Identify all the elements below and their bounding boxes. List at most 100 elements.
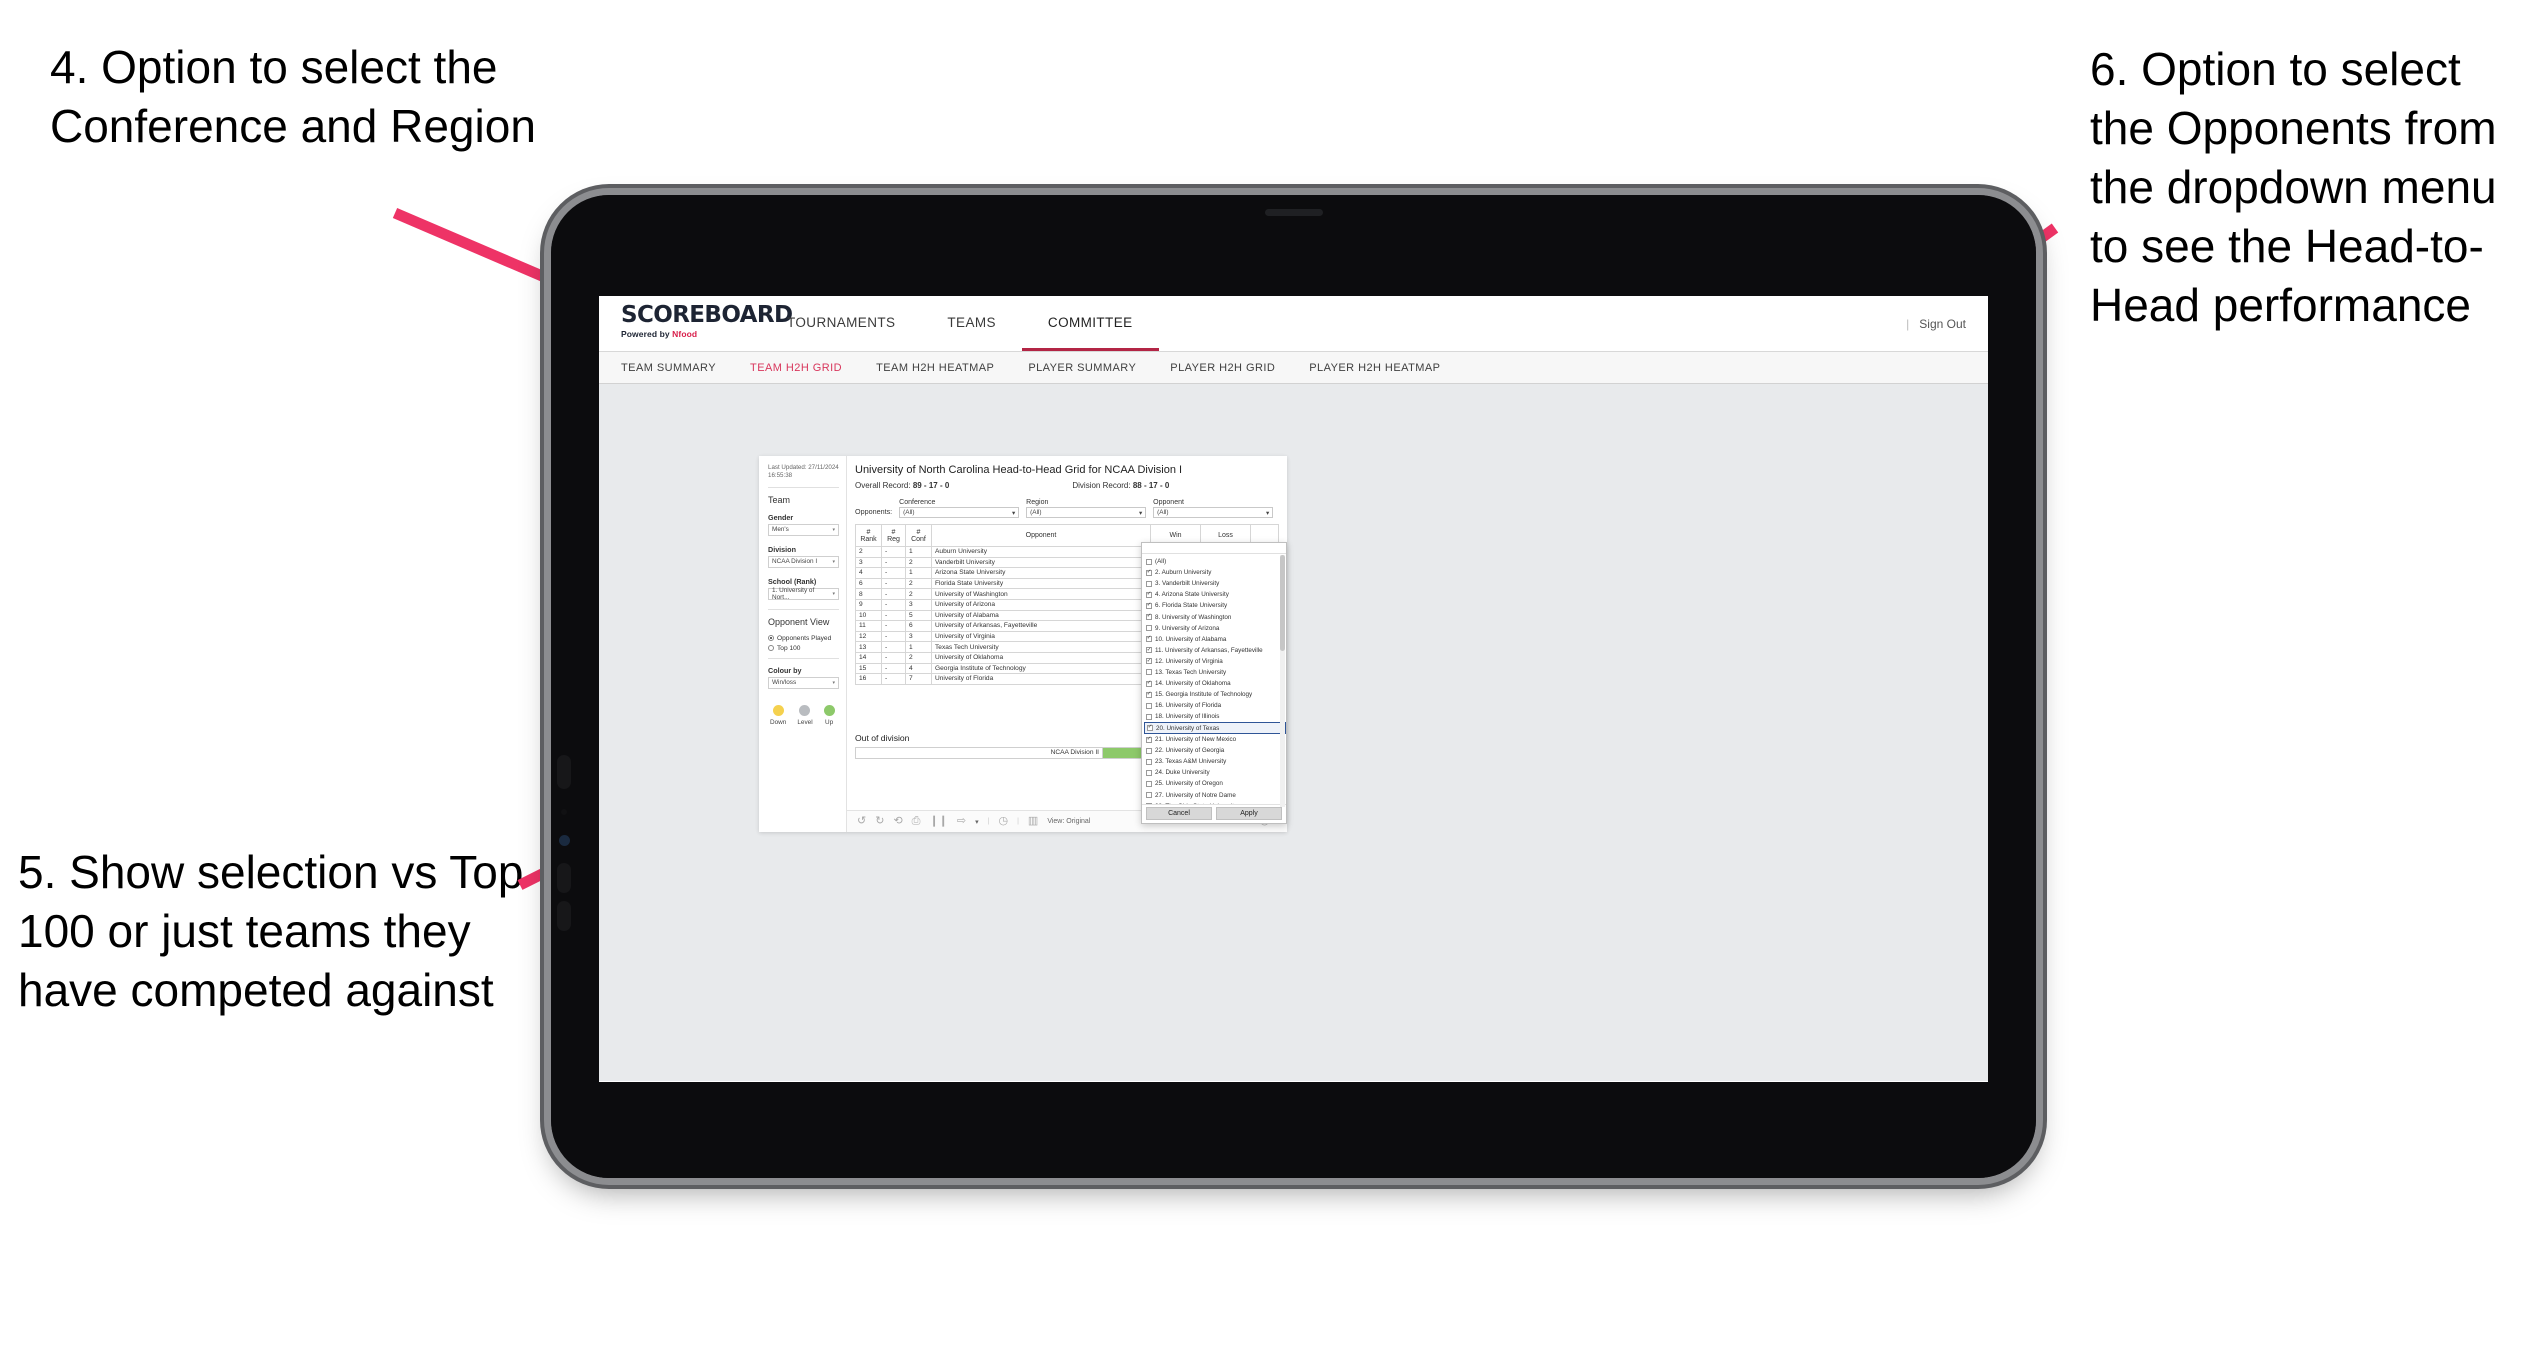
- subnav-player-summary[interactable]: PLAYER SUMMARY: [1028, 362, 1158, 374]
- opponent-option[interactable]: 25. University of Oregon: [1144, 778, 1286, 789]
- checkbox-icon[interactable]: ✓: [1147, 725, 1153, 732]
- checkbox-icon[interactable]: [1146, 625, 1152, 632]
- opponent-option-list[interactable]: (All) ✓ 2. Auburn University 3. Vanderbilt …: [1142, 554, 1286, 804]
- opponent-option[interactable]: ✓ 6. Florida State University: [1144, 600, 1286, 611]
- opponent-option-label: 25. University of Oregon: [1155, 780, 1223, 788]
- apply-button[interactable]: Apply: [1216, 807, 1282, 820]
- opponent-option[interactable]: ✓ 20. University of Texas: [1144, 722, 1286, 734]
- opponent-option[interactable]: 22. University of Georgia: [1144, 745, 1286, 756]
- opponent-value: (All): [1157, 509, 1169, 516]
- checkbox-icon[interactable]: ✓: [1146, 636, 1152, 643]
- checkbox-icon[interactable]: [1146, 580, 1152, 587]
- cell-conf: 1: [905, 567, 932, 579]
- opponent-option[interactable]: ✓ 10. University of Alabama: [1144, 634, 1286, 645]
- view-label[interactable]: View: Original: [1047, 818, 1090, 825]
- opponent-option-label: 22. University of Georgia: [1155, 747, 1225, 755]
- opponent-option[interactable]: (All): [1144, 556, 1286, 567]
- col-opponent[interactable]: Opponent: [931, 524, 1151, 547]
- subnav-player-h2h-grid[interactable]: PLAYER H2H GRID: [1170, 362, 1297, 374]
- refresh-data-icon[interactable]: ⎙: [912, 816, 921, 827]
- colour-by-select[interactable]: Win/loss ▾: [768, 676, 839, 689]
- opponent-option[interactable]: 13. Texas Tech University: [1144, 667, 1286, 678]
- opponent-option[interactable]: ✓ 4. Arizona State University: [1144, 589, 1286, 600]
- opponent-option[interactable]: ✓ 21. University of New Mexico: [1144, 734, 1286, 745]
- checkbox-icon[interactable]: ✓: [1146, 614, 1152, 621]
- redo-icon[interactable]: ↻: [875, 816, 884, 827]
- history-icon[interactable]: ◷: [998, 816, 1008, 827]
- checkbox-icon[interactable]: ✓: [1146, 602, 1152, 609]
- checkbox-icon[interactable]: ✓: [1146, 680, 1152, 687]
- nav-item-tournaments[interactable]: TOURNAMENTS: [761, 296, 921, 351]
- view-icon[interactable]: ▥: [1028, 816, 1038, 827]
- toolbar-divider: |: [987, 818, 990, 825]
- chevron-down-icon[interactable]: ▾: [975, 818, 979, 826]
- radio-top-100[interactable]: Top 100: [768, 645, 839, 652]
- opponent-option[interactable]: ✓ 12. University of Virginia: [1144, 656, 1286, 667]
- opponent-option[interactable]: 18. University of Illinois: [1144, 711, 1286, 722]
- subnav-player-h2h-heatmap[interactable]: PLAYER H2H HEATMAP: [1309, 362, 1462, 374]
- undo-icon[interactable]: ↺: [857, 816, 866, 827]
- share-icon[interactable]: ⇨: [957, 816, 966, 827]
- cell-conf: 3: [905, 630, 932, 643]
- opponent-option[interactable]: ✓ 2. Auburn University: [1144, 567, 1286, 578]
- opponent-option[interactable]: 24. Duke University: [1144, 767, 1286, 778]
- checkbox-icon[interactable]: [1146, 702, 1152, 709]
- subnav-team-summary[interactable]: TEAM SUMMARY: [621, 362, 738, 374]
- opponent-option[interactable]: 27. University of Notre Dame: [1144, 789, 1286, 800]
- opponent-option[interactable]: 9. University of Arizona: [1144, 623, 1286, 634]
- nav-item-committee[interactable]: COMMITTEE: [1021, 296, 1159, 351]
- checkbox-icon[interactable]: ✓: [1146, 736, 1152, 743]
- col-reg[interactable]: # Reg: [881, 524, 906, 547]
- division-select[interactable]: NCAA Division I ▾: [768, 555, 839, 568]
- opponent-option[interactable]: ✓ 11. University of Arkansas, Fayettevill…: [1144, 645, 1286, 656]
- col-conf[interactable]: # Conf: [905, 524, 932, 547]
- checkbox-icon[interactable]: ✓: [1146, 591, 1152, 598]
- radio-opponents-played[interactable]: Opponents Played: [768, 635, 839, 642]
- divider: [768, 486, 839, 488]
- region-dropdown[interactable]: (All) ▾: [1026, 507, 1147, 518]
- opponent-option[interactable]: 3. Vanderbilt University: [1144, 578, 1286, 589]
- subnav-team-h2h-heatmap[interactable]: TEAM H2H HEATMAP: [876, 362, 1016, 374]
- opponent-option-label: 12. University of Virginia: [1155, 657, 1223, 665]
- tablet-bezel: SCOREBOARD Powered by Nfood TOURNAMENTS …: [551, 195, 2036, 1178]
- cancel-button[interactable]: Cancel: [1146, 807, 1212, 820]
- checkbox-icon[interactable]: [1146, 792, 1152, 799]
- scrollbar-thumb[interactable]: [1280, 555, 1285, 651]
- checkbox-icon[interactable]: [1146, 558, 1152, 565]
- opponent-option[interactable]: ✓ 15. Georgia Institute of Technology: [1144, 689, 1286, 700]
- viz-pane: University of North Carolina Head-to-Hea…: [847, 456, 1287, 832]
- checkbox-icon[interactable]: ✓: [1146, 647, 1152, 654]
- school-select[interactable]: 1. University of Nort... ▾: [768, 587, 839, 601]
- opponent-list-scrollbar[interactable]: [1280, 555, 1285, 807]
- subnav-team-h2h-grid[interactable]: TEAM H2H GRID: [750, 362, 864, 374]
- logo-tagline: Powered by Nfood: [621, 329, 761, 339]
- opponent-option[interactable]: 23. Texas A&M University: [1144, 756, 1286, 767]
- cell-conf: 2: [905, 556, 932, 569]
- legend-label-up: Up: [825, 718, 834, 726]
- pause-updates-icon[interactable]: ❙❙: [929, 816, 947, 827]
- radio-icon-off: [768, 645, 774, 652]
- checkbox-icon[interactable]: ✓: [1146, 569, 1152, 576]
- nav-item-teams[interactable]: TEAMS: [921, 296, 1022, 351]
- app-logo[interactable]: SCOREBOARD Powered by Nfood: [599, 296, 793, 351]
- checkbox-icon[interactable]: ✓: [1146, 691, 1152, 698]
- opponent-option[interactable]: ✓ 8. University of Washington: [1144, 611, 1286, 622]
- checkbox-icon[interactable]: [1146, 747, 1152, 754]
- checkbox-icon[interactable]: ✓: [1146, 658, 1152, 665]
- conference-dropdown[interactable]: (All) ▾: [899, 507, 1020, 518]
- checkbox-icon[interactable]: [1146, 769, 1152, 776]
- gender-select[interactable]: Men's ▾: [768, 523, 839, 536]
- opponent-option[interactable]: 16. University of Florida: [1144, 700, 1286, 711]
- opponent-dropdown-trigger[interactable]: (All) ▾: [1153, 507, 1274, 518]
- cell-rank: 15: [855, 662, 882, 675]
- checkbox-icon[interactable]: [1146, 713, 1152, 720]
- col-rank[interactable]: # Rank: [855, 524, 882, 547]
- team-section-title: Team: [768, 494, 791, 505]
- checkbox-icon[interactable]: [1146, 780, 1152, 787]
- sign-out-link[interactable]: Sign Out: [1919, 317, 1966, 331]
- checkbox-icon[interactable]: [1146, 758, 1152, 765]
- checkbox-icon[interactable]: [1146, 669, 1152, 676]
- opponent-search-field[interactable]: [1142, 543, 1286, 554]
- opponent-option[interactable]: ✓ 14. University of Oklahoma: [1144, 678, 1286, 689]
- revert-icon[interactable]: ⟲: [893, 816, 902, 827]
